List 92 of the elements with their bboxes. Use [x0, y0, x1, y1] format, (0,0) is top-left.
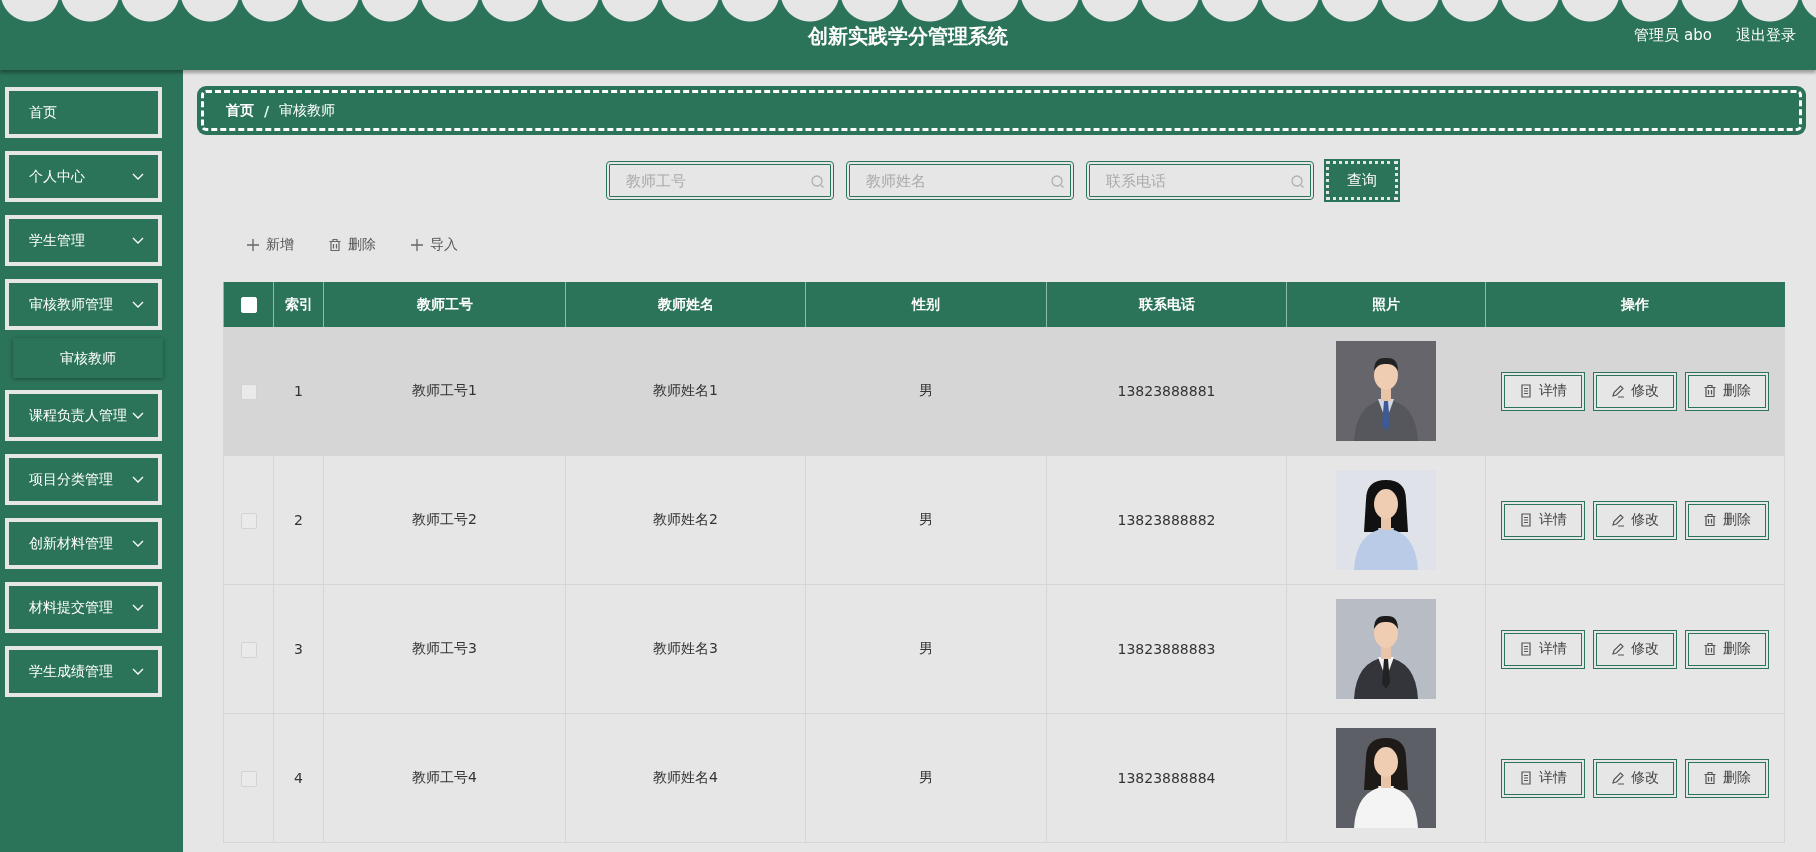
table-cell: 3	[273, 584, 324, 714]
trash-icon	[1703, 771, 1717, 785]
table-cell: 教师工号3	[323, 584, 566, 714]
query-button[interactable]: 查询	[1325, 161, 1398, 200]
table-row[interactable]: 3 教师工号3 教师姓名3 男 13823888883 详情 修改 删除	[223, 584, 1785, 714]
sidebar-item[interactable]: 个人中心	[5, 151, 162, 202]
select-all-checkbox[interactable]	[240, 297, 257, 313]
table-cell: 教师姓名4	[565, 713, 806, 843]
sidebar-item[interactable]: 学生成绩管理	[5, 646, 162, 697]
add-button[interactable]: 新增	[242, 234, 298, 256]
pencil-icon	[1611, 513, 1625, 527]
submenu-item[interactable]: 审核教师	[13, 338, 163, 378]
chevron-down-icon	[132, 604, 144, 611]
sidebar-item[interactable]: 学生管理	[5, 215, 162, 266]
breadcrumb-link[interactable]: 首页	[226, 101, 254, 120]
table-row[interactable]: 4 教师工号4 教师姓名4 男 13823888884 详情 修改 删除	[223, 713, 1785, 843]
table-cell: 教师工号4	[323, 713, 566, 843]
delete-button[interactable]: 删除	[1685, 500, 1769, 540]
column-header: 照片	[1286, 282, 1486, 327]
search-field[interactable]: 联系电话	[1085, 161, 1314, 200]
chevron-down-icon	[132, 237, 144, 244]
search-field[interactable]: 教师姓名	[845, 161, 1074, 200]
trash-icon	[1703, 384, 1717, 398]
edit-button[interactable]: 修改	[1593, 371, 1677, 411]
table-cell: 13823888883	[1046, 584, 1287, 714]
chevron-down-icon	[132, 476, 144, 483]
chevron-down-icon	[132, 412, 144, 419]
chevron-down-icon	[132, 173, 144, 180]
table-cell: 教师工号2	[323, 455, 566, 585]
table-cell: 4	[273, 713, 324, 843]
column-header: 教师工号	[323, 282, 566, 327]
table-row[interactable]: 2 教师工号2 教师姓名2 男 13823888882 详情 修改 删除	[223, 455, 1785, 585]
delete-button[interactable]: 删除	[1685, 371, 1769, 411]
chevron-down-icon	[132, 540, 144, 547]
pencil-icon	[1611, 771, 1625, 785]
pencil-icon	[1611, 642, 1625, 656]
sidebar-item[interactable]: 课程负责人管理	[5, 390, 162, 441]
table-cell: 男	[805, 327, 1047, 456]
app-title: 创新实践学分管理系统	[808, 22, 1008, 50]
plus-icon	[410, 238, 424, 252]
column-header: 操作	[1485, 282, 1785, 327]
chevron-down-icon	[132, 668, 144, 675]
table-cell: 教师工号1	[323, 327, 566, 456]
edit-button[interactable]: 修改	[1593, 629, 1677, 669]
breadcrumb-current: 审核教师	[279, 101, 336, 120]
edit-button[interactable]: 修改	[1593, 758, 1677, 798]
detail-button[interactable]: 详情	[1501, 371, 1585, 411]
sidebar-item[interactable]: 项目分类管理	[5, 454, 162, 505]
trash-icon	[328, 238, 342, 252]
import-button[interactable]: 导入	[406, 234, 462, 256]
trash-icon	[1703, 642, 1717, 656]
table-cell: 教师姓名3	[565, 584, 806, 714]
search-icon	[1289, 174, 1304, 188]
detail-button[interactable]: 详情	[1501, 758, 1585, 798]
table-cell: 教师姓名2	[565, 455, 806, 585]
delete-button[interactable]: 删除	[324, 234, 380, 256]
sidebar-item[interactable]: 首页	[5, 87, 162, 138]
user-name: 管理员 abo	[1634, 25, 1712, 45]
table-cell: 13823888884	[1046, 713, 1287, 843]
table-cell: 教师姓名1	[565, 327, 806, 456]
sidebar-item[interactable]: 创新材料管理	[5, 518, 162, 569]
sidebar-item[interactable]: 材料提交管理	[5, 582, 162, 633]
trash-icon	[1703, 513, 1717, 527]
search-icon	[809, 174, 824, 188]
document-icon	[1519, 513, 1533, 527]
table-row[interactable]: 1 教师工号1 教师姓名1 男 13823888881 详情 修改 删除	[223, 327, 1785, 456]
document-icon	[1519, 642, 1533, 656]
pencil-icon	[1611, 384, 1625, 398]
delete-button[interactable]: 删除	[1685, 629, 1769, 669]
table-cell: 13823888882	[1046, 455, 1287, 585]
delete-button[interactable]: 删除	[1685, 758, 1769, 798]
table-cell: 2	[273, 455, 324, 585]
document-icon	[1519, 771, 1533, 785]
column-header: 索引	[273, 282, 324, 327]
detail-button[interactable]: 详情	[1501, 629, 1585, 669]
logout-link[interactable]: 退出登录	[1736, 25, 1796, 45]
table-cell: 13823888881	[1046, 327, 1287, 456]
column-header: 教师姓名	[565, 282, 806, 327]
edit-button[interactable]: 修改	[1593, 500, 1677, 540]
search-icon	[1049, 174, 1064, 188]
table-cell: 男	[805, 455, 1047, 585]
sidebar-item[interactable]: 审核教师管理	[5, 279, 162, 330]
chevron-down-icon	[132, 301, 144, 308]
document-icon	[1519, 384, 1533, 398]
detail-button[interactable]: 详情	[1501, 500, 1585, 540]
table-cell: 男	[805, 713, 1047, 843]
column-header: 联系电话	[1046, 282, 1287, 327]
breadcrumb-separator: /	[264, 102, 270, 119]
table-cell: 1	[273, 327, 324, 456]
column-header: 性别	[805, 282, 1047, 327]
plus-icon	[246, 238, 260, 252]
table-cell: 男	[805, 584, 1047, 714]
